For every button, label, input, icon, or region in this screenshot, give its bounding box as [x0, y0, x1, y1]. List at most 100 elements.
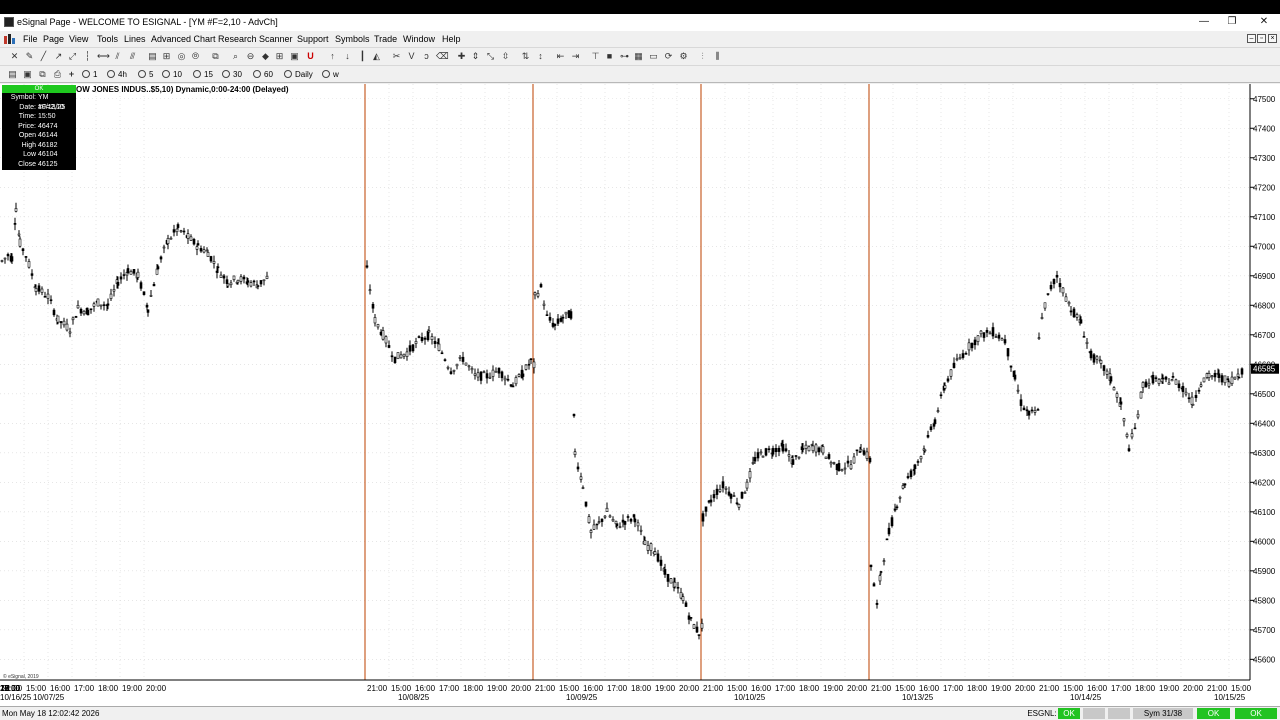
candle-body [970, 342, 974, 349]
arrow-up-icon[interactable]: ↑ [327, 51, 338, 62]
candle-body [195, 246, 199, 250]
check-icon[interactable]: V [406, 51, 417, 62]
zoom-icon[interactable]: ⌕ [230, 51, 241, 62]
link-icon[interactable]: ⧉ [210, 51, 221, 62]
scroll-right-icon[interactable]: ⇥ [570, 51, 581, 62]
add-icon[interactable]: + [66, 69, 77, 80]
chart-icon[interactable]: ▤ [7, 69, 18, 80]
layout-icon[interactable]: ▣ [289, 51, 300, 62]
menu-symbols[interactable]: Symbols [335, 34, 370, 44]
candle-body [68, 331, 72, 334]
cursor-row-label: High [21, 141, 36, 149]
menu-advanced-chart[interactable]: Advanced Chart [151, 34, 216, 44]
interval-15[interactable]: 15 [193, 69, 213, 81]
time-tick-label: 21:00 [1039, 684, 1060, 693]
mountain-chart-icon[interactable]: ◭ [371, 51, 382, 62]
channel-icon[interactable]: ⫽ [112, 51, 123, 62]
pencil-icon[interactable]: ✎ [24, 51, 35, 62]
extended-line-icon[interactable]: ⤢ [67, 51, 78, 62]
fit-icon[interactable]: ⤡ [485, 51, 496, 62]
chart-area[interactable]: 45600 45700 45800 45900 46000 46100 46200 46300… [0, 84, 1280, 706]
print-icon[interactable]: ⎙ [52, 69, 63, 80]
menu-scanner[interactable]: Scanner [259, 34, 293, 44]
price-tick-label: 47200 [1253, 183, 1276, 192]
trend-icon[interactable]: ↄ [421, 51, 432, 62]
menu-help[interactable]: Help [442, 34, 461, 44]
child-minimize-button[interactable]: – [1247, 34, 1256, 43]
time-tick-label: 17:00 [607, 684, 628, 693]
menu-window[interactable]: Window [403, 34, 435, 44]
interval-daily[interactable]: Daily [284, 69, 313, 81]
interval-1[interactable]: 1 [82, 69, 97, 81]
child-close-button[interactable]: × [1268, 34, 1277, 43]
link-window-icon[interactable]: ⧉ [37, 69, 48, 80]
fibonacci-icon[interactable]: ▤ [147, 51, 158, 62]
cursor-window[interactable]: OK Symbol: YM #F=2,10 Date: 10/13/25 Time:… [2, 85, 76, 170]
menu-research[interactable]: Research [218, 34, 257, 44]
candle-body [564, 311, 568, 315]
menu-page[interactable]: Page [43, 34, 64, 44]
menu-file[interactable]: File [23, 34, 38, 44]
pin-icon[interactable]: ↕ [535, 51, 546, 62]
menu-tools[interactable]: Tools [97, 34, 118, 44]
up-down-icon[interactable]: ⇅ [520, 51, 531, 62]
interval-10[interactable]: 10 [162, 69, 182, 81]
trendline-icon[interactable]: ╱ [38, 51, 49, 62]
cursor-row-label: Date: [19, 103, 36, 111]
black-square-icon[interactable]: ■ [604, 51, 615, 62]
time-tick-label: 16:00 [415, 684, 436, 693]
arc-icon[interactable]: ◎ [176, 51, 187, 62]
compress-icon[interactable]: ⇳ [500, 51, 511, 62]
child-restore-button[interactable]: ▫ [1257, 34, 1266, 43]
chain-icon[interactable]: ⊶ [619, 51, 630, 62]
interval-weekly[interactable]: w [322, 69, 339, 81]
new-window-icon[interactable]: ▣ [22, 69, 33, 80]
cycle-icon[interactable]: ⦾ [190, 51, 201, 62]
date-label: 10/16/25 [0, 693, 32, 702]
candle-body [408, 345, 412, 352]
interval-60[interactable]: 60 [253, 69, 273, 81]
date-label: 10/13/25 [902, 693, 934, 702]
bars-icon[interactable]: ⫶ [697, 51, 708, 62]
menu-lines[interactable]: Lines [124, 34, 146, 44]
time-marker-icon[interactable]: ⊤ [590, 51, 601, 62]
paint-icon[interactable]: ◆ [260, 51, 271, 62]
minimize-button[interactable]: — [1190, 15, 1218, 29]
arrow-down-icon[interactable]: ↓ [342, 51, 353, 62]
scale-icon[interactable]: ⇕ [470, 51, 481, 62]
window-icon[interactable]: ▭ [648, 51, 659, 62]
ray-icon[interactable]: ↗ [53, 51, 64, 62]
cursor-cross-icon[interactable]: ✕ [9, 51, 20, 62]
candle-body [18, 238, 22, 247]
price-chart[interactable]: 45600 45700 45800 45900 46000 46100 46200 46300… [0, 84, 1280, 706]
crosshair-icon[interactable]: ✚ [456, 51, 467, 62]
parallel-lines-icon[interactable]: ⫻ [127, 51, 138, 62]
price-tick-label: 46200 [1253, 478, 1276, 487]
candle-body [936, 410, 940, 412]
interval-5[interactable]: 5 [138, 69, 153, 81]
split-icon[interactable]: ⫼ [712, 51, 723, 62]
refresh-icon[interactable]: ⟳ [663, 51, 674, 62]
table-icon[interactable]: ▦ [633, 51, 644, 62]
close-button[interactable]: ✕ [1250, 15, 1278, 29]
eraser-icon[interactable]: ⌫ [436, 51, 449, 62]
menu-trade[interactable]: Trade [374, 34, 397, 44]
menu-support[interactable]: Support [297, 34, 329, 44]
interval-30[interactable]: 30 [222, 69, 242, 81]
candle-body [797, 456, 801, 459]
time-tick-label: 19:00 [487, 684, 508, 693]
settings-icon[interactable]: ⚙ [678, 51, 689, 62]
grid-icon[interactable]: ⊞ [274, 51, 285, 62]
scissors-icon[interactable]: ✂ [391, 51, 402, 62]
vertical-line-icon[interactable]: ┆ [82, 51, 93, 62]
scroll-left-icon[interactable]: ⇤ [555, 51, 566, 62]
restore-button[interactable]: ❐ [1218, 15, 1246, 29]
horizontal-line-icon[interactable]: ⟷ [97, 51, 110, 62]
time-tick-label: 15:00 [1231, 684, 1252, 693]
underline-tool-icon[interactable]: U [305, 51, 316, 62]
interval-4h[interactable]: 4h [107, 69, 127, 81]
menu-view[interactable]: View [69, 34, 88, 44]
gann-fan-icon[interactable]: ⊞ [161, 51, 172, 62]
zoom-out-icon[interactable]: ⊖ [245, 51, 256, 62]
bar-chart-icon[interactable]: ┃ [357, 51, 368, 62]
